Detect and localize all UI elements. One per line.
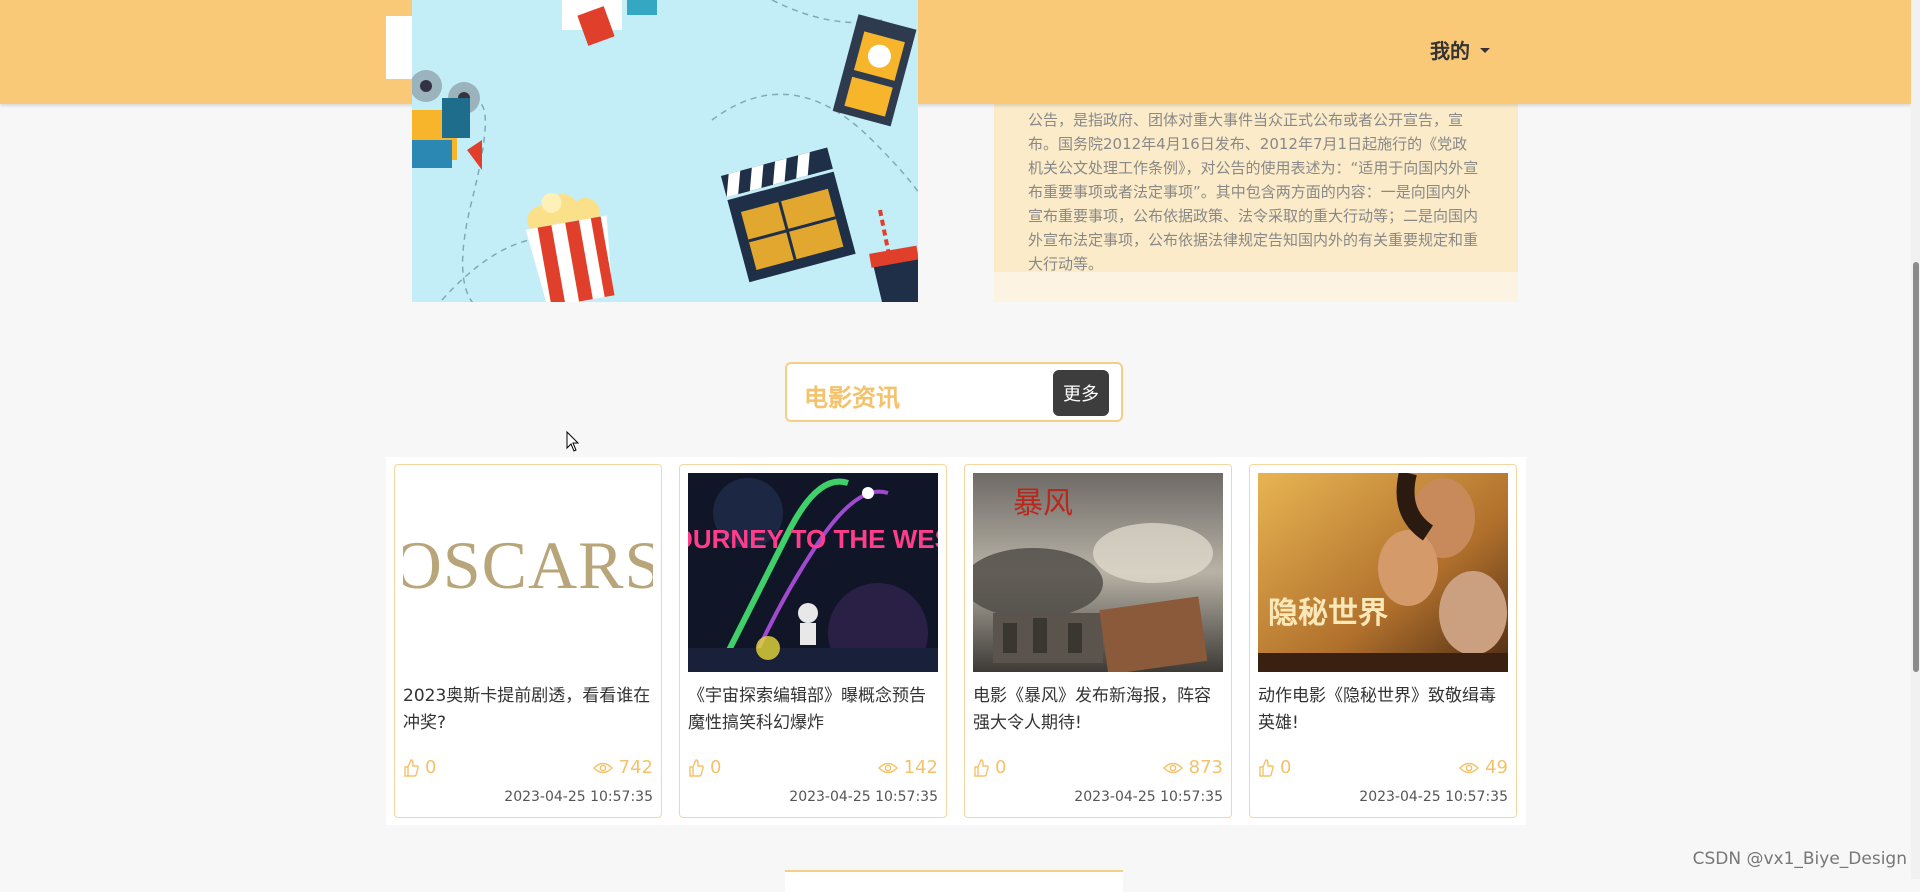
news-card-time: 2023-04-25 10:57:35 [1074, 789, 1223, 805]
eye-icon [1162, 762, 1183, 773]
more-button[interactable]: 更多 [1053, 370, 1109, 416]
thumbs-up-icon [689, 758, 704, 777]
view-count: 142 [877, 757, 938, 778]
next-section-header [785, 870, 1123, 892]
like-count[interactable]: 0 [1258, 757, 1291, 778]
view-count-value: 49 [1485, 757, 1508, 778]
eye-icon [592, 762, 613, 773]
top-header: 我的 [0, 0, 1911, 104]
cinema-illustration [412, 0, 918, 302]
news-card[interactable]: 隐秘世界 动作电影《隐秘世界》致敬缉毒英雄! 0 49 2023-04-25 1… [1249, 464, 1517, 818]
news-card-image[interactable]: JOURNEY TO THE WEST [688, 473, 938, 672]
notice-inner: 公告，是指政府、团体对重大事件当众正式公布或者公开宣告，宣布。国务院2012年4… [994, 104, 1518, 273]
eye-icon [1459, 762, 1480, 773]
news-card-image[interactable]: 隐秘世界 [1258, 473, 1508, 672]
like-count-value: 0 [1280, 757, 1292, 778]
oscars-logo-text: OSCARS [403, 527, 653, 603]
news-card-time: 2023-04-25 10:57:35 [504, 789, 653, 805]
poster-title: 暴风 [1013, 487, 1073, 520]
like-count-value: 0 [995, 757, 1007, 778]
journey-poster: JOURNEY TO THE WEST [688, 473, 938, 672]
view-count: 873 [1162, 757, 1223, 778]
view-count-value: 142 [903, 757, 938, 778]
view-count: 742 [592, 757, 653, 778]
view-count-value: 873 [1188, 757, 1223, 778]
hidden-world-poster: 隐秘世界 [1258, 473, 1508, 672]
news-card[interactable]: JOURNEY TO THE WEST 《宇宙探索编辑部》曝概念预告 魔性搞笑科… [679, 464, 947, 818]
view-count-value: 742 [618, 757, 653, 778]
thumbs-up-icon [974, 758, 989, 777]
user-menu-label: 我的 [1430, 38, 1470, 63]
watermark: CSDN @vx1_Biye_Design [1692, 849, 1907, 869]
like-count-value: 0 [425, 757, 437, 778]
like-count-value: 0 [710, 757, 722, 778]
news-card-title[interactable]: 《宇宙探索编辑部》曝概念预告 魔性搞笑科幻爆炸 [688, 683, 940, 737]
thumbs-up-icon [404, 758, 419, 777]
notice-text: 公告，是指政府、团体对重大事件当众正式公布或者公开宣告，宣布。国务院2012年4… [1028, 111, 1479, 273]
like-count[interactable]: 0 [973, 757, 1006, 778]
storm-poster: 暴风 [973, 473, 1223, 672]
oscars-logo: OSCARS [403, 473, 653, 672]
poster-title: JOURNEY TO THE WEST [688, 524, 938, 554]
like-count[interactable]: 0 [688, 757, 721, 778]
poster-title: 隐秘世界 [1268, 597, 1388, 630]
news-card-title[interactable]: 动作电影《隐秘世界》致敬缉毒英雄! [1258, 683, 1510, 737]
news-card-list: OSCARS 2023奥斯卡提前剧透，看看谁在冲奖? 0 742 2023-04… [386, 457, 1526, 825]
eye-icon [877, 762, 898, 773]
user-menu-dropdown[interactable]: 我的 [1430, 34, 1490, 64]
news-card-time: 2023-04-25 10:57:35 [789, 789, 938, 805]
news-card-image[interactable]: OSCARS [403, 473, 653, 672]
news-card-title[interactable]: 2023奥斯卡提前剧透，看看谁在冲奖? [403, 683, 655, 737]
thumbs-up-icon [1259, 758, 1274, 777]
news-card[interactable]: 暴风 电影《暴风》发布新海报，阵容强大令人期待! 0 873 2023-04-2… [964, 464, 1232, 818]
section-title: 电影资讯 [804, 384, 900, 412]
news-section-header: 电影资讯 更多 [785, 362, 1123, 422]
news-card[interactable]: OSCARS 2023奥斯卡提前剧透，看看谁在冲奖? 0 742 2023-04… [394, 464, 662, 818]
view-count: 49 [1459, 757, 1508, 778]
banner-carousel[interactable] [412, 0, 918, 302]
scrollbar-thumb[interactable] [1913, 262, 1919, 672]
news-card-time: 2023-04-25 10:57:35 [1359, 789, 1508, 805]
like-count[interactable]: 0 [403, 757, 436, 778]
caret-down-icon [1480, 47, 1490, 53]
page-scrollbar[interactable] [1911, 0, 1920, 879]
mouse-cursor-icon [566, 431, 580, 452]
notice-panel: 公告，是指政府、团体对重大事件当众正式公布或者公开宣告，宣布。国务院2012年4… [994, 104, 1518, 302]
news-card-image[interactable]: 暴风 [973, 473, 1223, 672]
news-card-title[interactable]: 电影《暴风》发布新海报，阵容强大令人期待! [973, 683, 1225, 737]
